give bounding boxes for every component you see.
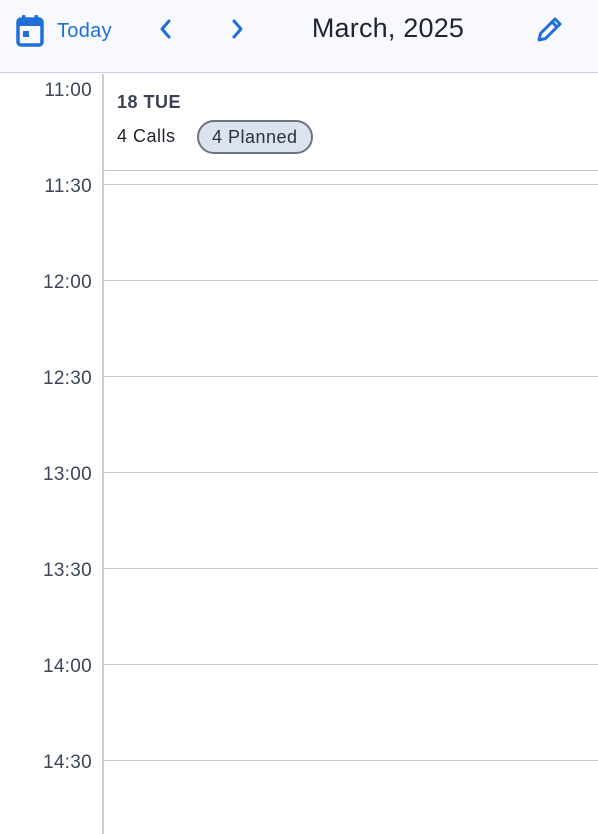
slot-line-1300: [104, 472, 598, 473]
time-label-1130: 11:30: [44, 176, 92, 197]
calendar-toolbar: Today March, 2025: [0, 0, 598, 73]
slot-line-1400: [104, 664, 598, 665]
time-label-1230: 12:30: [42, 368, 92, 389]
pencil-icon: [534, 13, 566, 50]
slot-line-1130: [104, 184, 598, 185]
time-label-1430: 14:30: [42, 752, 92, 773]
day-summary-header[interactable]: 18 TUE 4 Calls 4 Planned: [104, 74, 598, 170]
today-button[interactable]: Today: [14, 12, 112, 50]
chevron-left-icon: [158, 18, 174, 45]
slot-line-1430: [104, 760, 598, 761]
planned-badge[interactable]: 4 Planned: [197, 120, 313, 154]
time-label-1200: 12:00: [42, 272, 92, 293]
month-title: March, 2025: [311, 13, 465, 43]
edit-button[interactable]: [532, 13, 568, 49]
calls-count: 4 Calls: [117, 126, 176, 146]
time-label-1330: 13:30: [42, 560, 92, 581]
calendar-icon: [14, 14, 46, 48]
slot-line-1230: [104, 376, 598, 377]
next-day-button[interactable]: [222, 14, 252, 48]
time-label-1300: 13:00: [42, 464, 92, 485]
chevron-right-icon: [229, 18, 245, 45]
day-schedule-grid: 11:00 11:30 12:00 12:30 13:00 13:30 14:0…: [0, 74, 598, 834]
calendar-app: Today March, 2025 11:00 11:30 12:00 12:3…: [0, 0, 598, 834]
slot-line-1200: [104, 280, 598, 281]
day-header-divider: [104, 170, 598, 171]
time-label-1100: 11:00: [44, 80, 92, 101]
time-label-1400: 14:00: [42, 656, 92, 677]
time-column-divider: [102, 74, 104, 834]
today-label: Today: [57, 19, 112, 42]
previous-day-button[interactable]: [151, 14, 181, 48]
slot-line-1330: [104, 568, 598, 569]
day-title: 18 TUE: [117, 92, 182, 112]
